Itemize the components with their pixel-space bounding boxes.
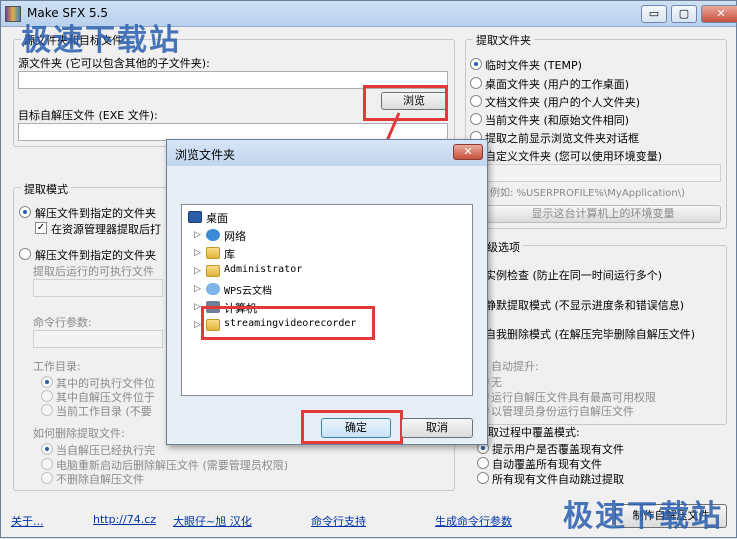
tree-item-library[interactable]: 库 (224, 246, 235, 262)
tree-item-desktop[interactable]: 桌面 (206, 210, 228, 226)
main-window: Make SFX 5.5 ▭ ▢ ✕ 源文件夹和目标文件 源文件夹 (它可以包含… (0, 0, 737, 538)
library-icon (206, 247, 220, 259)
dialog-close-button[interactable]: ✕ (453, 144, 483, 160)
tree-item-administrator[interactable]: Administrator (224, 264, 302, 275)
cloud-icon (206, 283, 220, 295)
expand-arrow-icon[interactable]: ▷ (194, 266, 201, 276)
tree-item-wps-cloud[interactable]: WPS云文档 (224, 282, 272, 297)
ok-button-highlight (301, 410, 403, 444)
dialog-title: 浏览文件夹 (175, 148, 236, 162)
selected-folder-highlight (201, 306, 375, 340)
folder-tree[interactable]: 桌面 ▷ 网络 ▷ 库 ▷ Administrator ▷ WPS云文档 ▷ 计… (181, 204, 473, 396)
expand-arrow-icon[interactable]: ▷ (194, 320, 201, 330)
dialog-title-bar[interactable]: 浏览文件夹 ✕ (167, 140, 487, 166)
cancel-button[interactable]: 取消 (401, 418, 473, 438)
expand-arrow-icon[interactable]: ▷ (194, 284, 201, 294)
user-folder-icon (206, 265, 220, 277)
expand-arrow-icon[interactable]: ▷ (194, 230, 201, 240)
tree-item-network[interactable]: 网络 (224, 228, 246, 244)
expand-arrow-icon[interactable]: ▷ (194, 248, 201, 258)
network-icon (206, 229, 220, 241)
expand-arrow-icon[interactable]: ▷ (194, 302, 201, 312)
browse-folder-dialog: 浏览文件夹 ✕ 桌面 ▷ 网络 ▷ 库 ▷ Administrator ▷ WP… (166, 139, 488, 445)
desktop-icon (188, 211, 202, 223)
